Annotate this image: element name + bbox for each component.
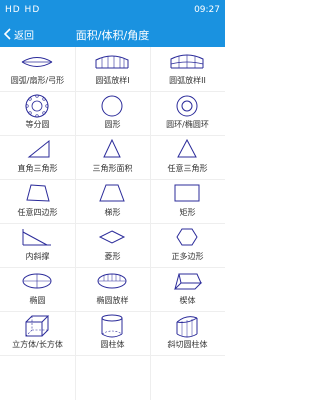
arc-loft-1-icon xyxy=(95,55,129,69)
grid-divider xyxy=(0,355,225,356)
quadrilateral-icon xyxy=(26,184,50,202)
wedge-icon xyxy=(173,273,203,290)
shape-grid: 圆弧/扇形/弓形 圆弧放样I 圆弧放样II 等分圆 圆形 圆环/椭圆环 直角三角… xyxy=(0,47,225,400)
shape-item-regular-polygon[interactable]: 正多边形 xyxy=(150,223,225,267)
trapezoid-icon xyxy=(99,184,125,202)
clock: 09:27 xyxy=(194,5,220,15)
rectangle-icon xyxy=(174,184,200,202)
shape-item-label: 梯形 xyxy=(104,208,121,217)
shape-item-arc-loft-2[interactable]: 圆弧放样II xyxy=(150,47,225,91)
rhombus-icon xyxy=(98,230,126,244)
shape-item-ellipse-loft[interactable]: 椭圆放样 xyxy=(75,267,150,311)
app-bar: 返回 面积/体积/角度 xyxy=(0,21,225,47)
shape-item-any-triangle[interactable]: 任意三角形 xyxy=(150,135,225,179)
circle-icon xyxy=(101,95,123,117)
page-title: 面积/体积/角度 xyxy=(75,29,150,42)
shape-item-label: 斜切圆柱体 xyxy=(167,340,208,349)
shape-item-label: 任意四边形 xyxy=(17,208,58,217)
shape-item-right-triangle[interactable]: 直角三角形 xyxy=(0,135,75,179)
shape-item-label: 圆弧/扇形/弓形 xyxy=(10,76,65,85)
shape-item-label: 等分圆 xyxy=(25,120,50,129)
shape-item-divided-circle[interactable]: 等分圆 xyxy=(0,91,75,135)
shape-item-label: 楔体 xyxy=(179,296,196,305)
cylinder-icon xyxy=(101,314,123,338)
shape-item-label: 立方体/长方体 xyxy=(12,340,63,349)
status-bar: HD HD 09:27 xyxy=(0,0,225,21)
shape-item-wedge[interactable]: 楔体 xyxy=(150,267,225,311)
shape-item-label: 圆形 xyxy=(104,120,121,129)
shape-item-label: 内斜撑 xyxy=(25,252,50,261)
shape-item-label: 圆环/椭圆环 xyxy=(166,120,209,129)
shape-item-label: 圆弧放样I xyxy=(95,76,130,85)
arc-sector-icon xyxy=(21,57,53,67)
shape-item-cylinder[interactable]: 圆柱体 xyxy=(75,311,150,355)
shape-item-cuboid[interactable]: 立方体/长方体 xyxy=(0,311,75,355)
shape-item-label: 圆柱体 xyxy=(100,340,125,349)
shape-item-triangle-area[interactable]: 三角形面积 xyxy=(75,135,150,179)
shape-item-oblique-cylinder[interactable]: 斜切圆柱体 xyxy=(150,311,225,355)
shape-item-label: 椭圆 xyxy=(29,296,46,305)
shape-item-ring[interactable]: 圆环/椭圆环 xyxy=(150,91,225,135)
shape-item-label: 矩形 xyxy=(179,208,196,217)
right-triangle-icon xyxy=(27,139,50,158)
shape-item-trapezoid[interactable]: 梯形 xyxy=(75,179,150,223)
shape-item-inner-brace[interactable]: 内斜撑 xyxy=(0,223,75,267)
triangle-area-icon xyxy=(103,138,121,158)
any-triangle-icon xyxy=(177,138,197,158)
shape-item-circle[interactable]: 圆形 xyxy=(75,91,150,135)
inner-brace-icon xyxy=(22,229,51,246)
network-indicator: HD HD xyxy=(5,5,41,15)
shape-item-arc-sector[interactable]: 圆弧/扇形/弓形 xyxy=(0,47,75,91)
ring-icon xyxy=(176,95,198,117)
shape-item-label: 直角三角形 xyxy=(17,164,58,173)
shape-item-label: 三角形面积 xyxy=(92,164,133,173)
shape-item-label: 圆弧放样II xyxy=(169,76,206,85)
ellipse-icon xyxy=(22,273,52,289)
shape-item-label: 正多边形 xyxy=(171,252,204,261)
shape-item-arc-loft-1[interactable]: 圆弧放样I xyxy=(75,47,150,91)
shape-item-rectangle[interactable]: 矩形 xyxy=(150,179,225,223)
shape-item-label: 菱形 xyxy=(104,252,121,261)
ellipse-loft-icon xyxy=(97,273,127,289)
cuboid-icon xyxy=(25,315,50,337)
shape-item-rhombus[interactable]: 菱形 xyxy=(75,223,150,267)
shape-item-quadrilateral[interactable]: 任意四边形 xyxy=(0,179,75,223)
arc-loft-2-icon xyxy=(170,54,204,69)
shape-item-label: 任意三角形 xyxy=(167,164,208,173)
shape-item-ellipse[interactable]: 椭圆 xyxy=(0,267,75,311)
oblique-cylinder-icon xyxy=(176,316,198,338)
regular-polygon-icon xyxy=(176,228,198,246)
shape-item-label: 椭圆放样 xyxy=(96,296,129,305)
divided-circle-icon xyxy=(25,94,49,118)
